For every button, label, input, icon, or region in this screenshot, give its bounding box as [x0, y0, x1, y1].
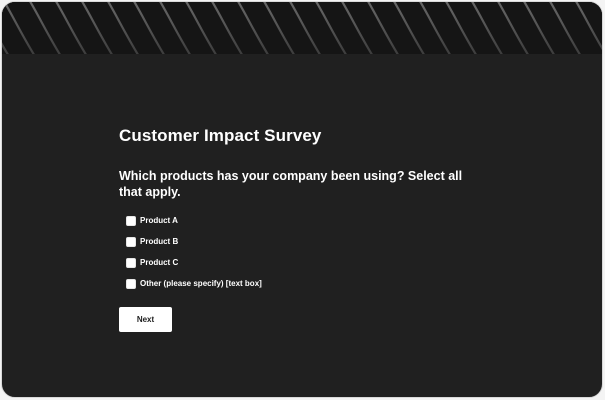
- option-product-c[interactable]: Product C: [126, 252, 499, 273]
- option-label-product-a: Product A: [140, 215, 178, 225]
- checkbox-other[interactable]: [126, 278, 136, 289]
- option-label-product-c: Product C: [140, 257, 179, 267]
- option-label-product-b: Product B: [140, 236, 179, 246]
- decorative-banner: [2, 2, 602, 54]
- checkbox-product-b[interactable]: [126, 236, 136, 247]
- survey-window: Customer Impact Survey Which products ha…: [1, 1, 603, 398]
- wave-pattern-image: [2, 2, 602, 54]
- option-product-b[interactable]: Product B: [126, 231, 499, 252]
- next-button[interactable]: Next: [119, 307, 172, 332]
- checkbox-product-c[interactable]: [126, 257, 136, 268]
- survey-content: Customer Impact Survey Which products ha…: [119, 126, 499, 332]
- survey-question: Which products has your company been usi…: [119, 169, 463, 199]
- options-list: Product A Product B Product C Other (ple…: [119, 210, 499, 294]
- option-product-a[interactable]: Product A: [126, 210, 499, 231]
- option-label-other: Other (please specify) [text box]: [140, 278, 262, 288]
- survey-title: Customer Impact Survey: [119, 126, 322, 145]
- option-other[interactable]: Other (please specify) [text box]: [126, 273, 499, 294]
- checkbox-product-a[interactable]: [126, 215, 136, 226]
